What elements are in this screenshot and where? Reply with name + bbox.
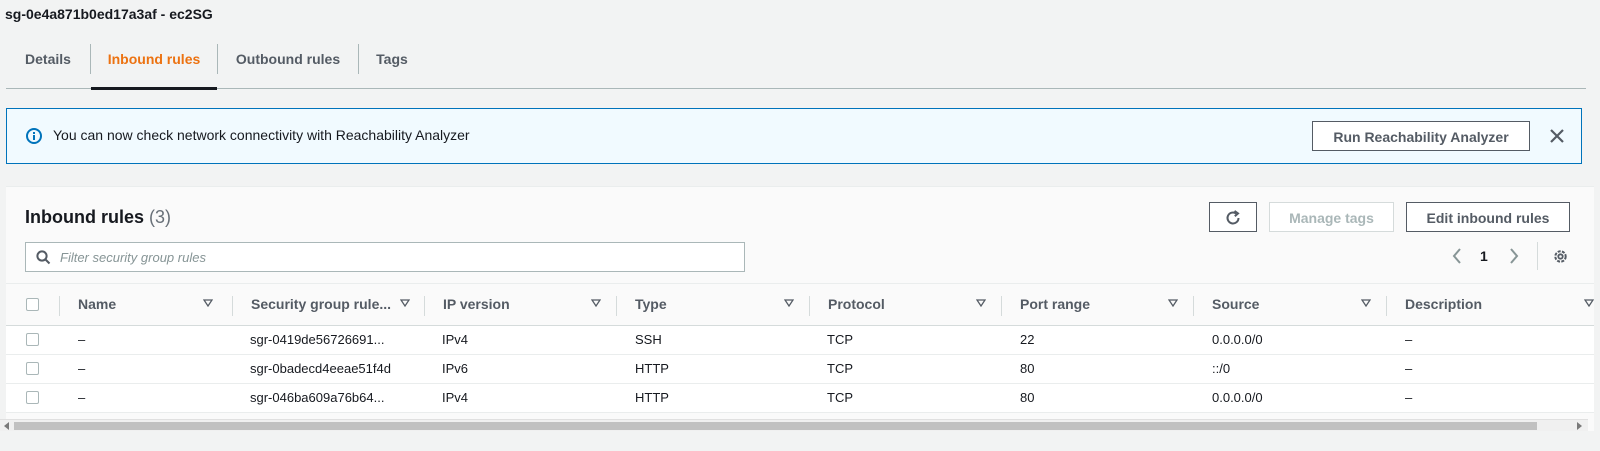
security-group-title: sg-0e4a871b0ed17a3af - ec2SG	[5, 6, 213, 22]
manage-tags-button[interactable]: Manage tags	[1269, 202, 1394, 232]
cell-description: –	[1405, 332, 1413, 347]
scroll-left-icon[interactable]	[3, 422, 11, 430]
inbound-rules-panel: Inbound rules (3) Manage tags Edit inbou…	[6, 186, 1594, 432]
select-all-checkbox[interactable]	[26, 298, 39, 311]
column-divider	[1386, 296, 1387, 316]
column-header-source[interactable]: Source	[1212, 284, 1259, 325]
cell-ip-version: IPv6	[442, 361, 469, 376]
panel-title: Inbound rules (3)	[25, 207, 171, 228]
column-header-name[interactable]: Name	[78, 284, 116, 325]
sort-icon[interactable]	[400, 299, 410, 307]
cell-type: SSH	[635, 332, 662, 347]
cell-name: –	[78, 361, 86, 376]
column-divider	[59, 296, 60, 316]
search-icon	[36, 250, 51, 265]
column-header-ip-version[interactable]: IP version	[443, 284, 510, 325]
alert-message: You can now check network connectivity w…	[53, 127, 470, 143]
close-icon[interactable]	[1548, 127, 1566, 145]
table-row[interactable]: – sgr-0badecd4eeae51f4d IPv6 HTTP TCP 80…	[6, 355, 1594, 384]
page-background	[0, 431, 1600, 451]
cell-port-range: 80	[1020, 390, 1035, 405]
cell-protocol: TCP	[827, 390, 853, 405]
info-icon	[26, 128, 42, 144]
run-reachability-analyzer-button[interactable]: Run Reachability Analyzer	[1312, 121, 1530, 151]
column-divider	[809, 296, 810, 316]
gear-icon[interactable]	[1552, 248, 1569, 265]
sort-icon[interactable]	[203, 299, 213, 307]
tab-outbound-rules[interactable]: Outbound rules	[218, 42, 358, 88]
column-divider	[232, 296, 233, 316]
chevron-left-icon[interactable]	[1451, 247, 1463, 265]
table-row[interactable]: – sgr-0419de56726691... IPv4 SSH TCP 22 …	[6, 326, 1594, 355]
cell-source: ::/0	[1212, 361, 1231, 376]
cell-rule-id[interactable]: sgr-0badecd4eeae51f4d	[250, 355, 391, 383]
row-checkbox[interactable]	[26, 391, 39, 404]
cell-source: 0.0.0.0/0	[1212, 332, 1263, 347]
column-header-protocol[interactable]: Protocol	[828, 284, 885, 325]
cell-port-range: 80	[1020, 361, 1035, 376]
cell-type: HTTP	[635, 361, 669, 376]
cell-ip-version: IPv4	[442, 332, 469, 347]
cell-rule-id[interactable]: sgr-046ba609a76b64...	[250, 384, 384, 412]
cell-protocol: TCP	[827, 332, 853, 347]
filter-box	[25, 242, 745, 272]
filter-rules-input[interactable]	[60, 243, 730, 271]
tab-details[interactable]: Details	[6, 42, 90, 88]
tab-bar: Details Inbound rules Outbound rules Tag…	[6, 42, 1586, 90]
page-number[interactable]: 1	[1480, 248, 1488, 264]
sort-icon[interactable]	[784, 299, 794, 307]
cell-source: 0.0.0.0/0	[1212, 390, 1263, 405]
cell-protocol: TCP	[827, 361, 853, 376]
column-divider	[1001, 296, 1002, 316]
scroll-right-icon[interactable]	[1575, 422, 1583, 430]
tab-tags[interactable]: Tags	[359, 42, 425, 88]
cell-name: –	[78, 390, 86, 405]
tab-inbound-rules[interactable]: Inbound rules	[91, 42, 217, 90]
pager-divider	[1537, 242, 1538, 270]
column-header-rule-id[interactable]: Security group rule...	[251, 284, 391, 325]
sort-icon[interactable]	[1361, 299, 1371, 307]
edit-inbound-rules-button[interactable]: Edit inbound rules	[1406, 202, 1570, 232]
table-row[interactable]: – sgr-046ba609a76b64... IPv4 HTTP TCP 80…	[6, 384, 1594, 413]
cell-description: –	[1405, 390, 1413, 405]
reachability-alert: You can now check network connectivity w…	[6, 108, 1582, 164]
scrollbar-thumb[interactable]	[14, 422, 1537, 430]
table-header: Name Security group rule... IP version T…	[6, 283, 1594, 326]
rule-count: (3)	[149, 207, 172, 227]
row-checkbox[interactable]	[26, 333, 39, 346]
cell-rule-id[interactable]: sgr-0419de56726691...	[250, 326, 384, 354]
sort-icon[interactable]	[976, 299, 986, 307]
column-header-port-range[interactable]: Port range	[1020, 284, 1090, 325]
sort-icon[interactable]	[591, 299, 601, 307]
sort-icon[interactable]	[1168, 299, 1178, 307]
cell-name: –	[78, 332, 86, 347]
cell-port-range: 22	[1020, 332, 1035, 347]
column-header-type[interactable]: Type	[635, 284, 667, 325]
row-checkbox[interactable]	[26, 362, 39, 375]
refresh-icon	[1226, 210, 1240, 225]
refresh-button[interactable]	[1209, 202, 1257, 232]
column-divider	[616, 296, 617, 316]
cell-type: HTTP	[635, 390, 669, 405]
column-divider	[424, 296, 425, 316]
sort-icon[interactable]	[1584, 299, 1594, 307]
cell-description: –	[1405, 361, 1413, 376]
panel-title-text: Inbound rules	[25, 207, 144, 227]
column-divider	[1193, 296, 1194, 316]
chevron-right-icon[interactable]	[1508, 247, 1520, 265]
cell-ip-version: IPv4	[442, 390, 469, 405]
column-header-description[interactable]: Description	[1405, 284, 1482, 325]
